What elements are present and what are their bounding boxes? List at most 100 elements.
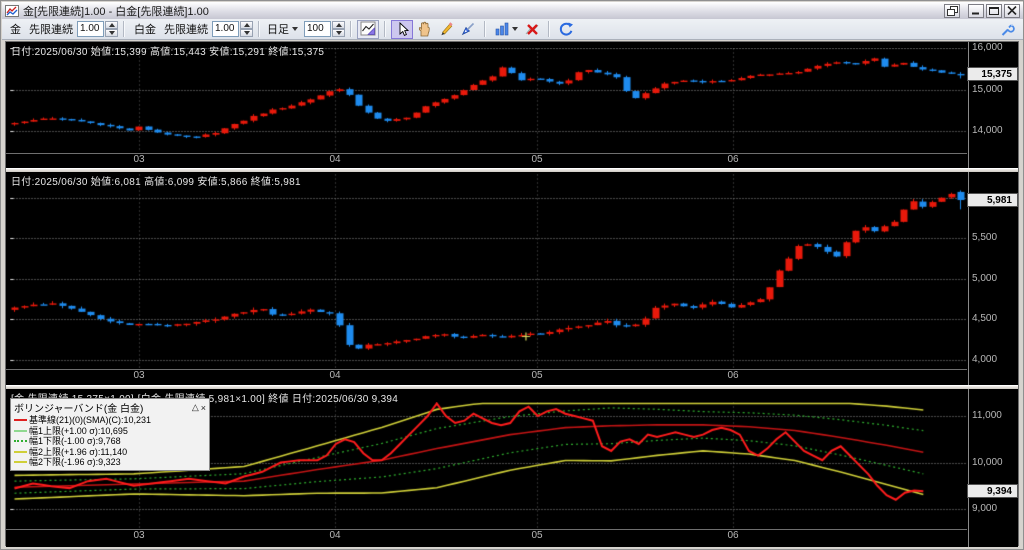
symbol1-label: 金 <box>10 24 21 36</box>
up-arrow-icon <box>243 23 250 27</box>
legend-item-label: 基準線(21)(0)(SMA)(C):10,231 <box>29 415 152 425</box>
legend-item-label: 幅1上限(+1.00 σ):10,695 <box>29 425 128 436</box>
legend-item[interactable]: 幅1下限(-1.00 σ):9,768 <box>14 436 206 447</box>
price-tick-label: 14,000 <box>972 125 1003 136</box>
pan-hand-icon <box>418 21 430 37</box>
wrench-icon <box>1001 24 1015 36</box>
month-tick-label: 05 <box>531 154 543 165</box>
bar-count-input[interactable]: 100 <box>304 21 331 37</box>
interval-dropdown[interactable]: 日足 <box>265 21 300 37</box>
gold-time-axis[interactable]: 03 04 05 06 <box>6 154 967 167</box>
platinum-last-price-box: 5,981 <box>967 193 1018 207</box>
legend-close-button[interactable]: × <box>201 403 206 413</box>
month-tick-label: 06 <box>727 530 739 541</box>
window-title: 金[先限連続]1.00 - 白金[先限連続]1.00 <box>23 5 209 18</box>
symbol1-multiplier-input[interactable]: 1.00 <box>77 21 104 37</box>
pen-draw-button[interactable] <box>457 20 479 39</box>
dropdown-arrow-icon <box>292 27 298 31</box>
window-chart-icon[interactable] <box>5 4 19 17</box>
toolbar-separator <box>350 21 352 37</box>
select-cursor-button[interactable] <box>391 19 413 39</box>
platinum-time-axis[interactable]: 03 04 05 06 <box>6 370 967 383</box>
bar-count-up-button[interactable] <box>332 21 345 29</box>
chart-setup-button[interactable] <box>357 19 379 39</box>
price-tick-label: 4,500 <box>972 313 998 324</box>
gold-last-price: 15,375 <box>981 69 1012 80</box>
pen-icon <box>461 22 475 36</box>
platinum-last-price: 5,981 <box>986 195 1012 206</box>
symbol2-multiplier-up-button[interactable] <box>240 21 253 29</box>
symbol1-series-label: 先限連続 <box>29 24 73 36</box>
month-tick-label: 03 <box>133 370 145 381</box>
delete-drawings-button[interactable] <box>521 20 543 39</box>
select-cursor-icon <box>399 21 409 36</box>
platinum-price-axis[interactable]: 5,981 6,0005,5005,0004,5004,000 <box>967 172 1018 385</box>
legend-line-swatch <box>14 429 27 432</box>
symbol1-multiplier-up-button[interactable] <box>105 21 118 29</box>
up-arrow-icon <box>335 23 342 27</box>
float-window-button[interactable] <box>944 3 960 18</box>
tool-settings-button[interactable] <box>996 20 1018 39</box>
legend-item[interactable]: 幅1上限(+1.00 σ):10,695 <box>14 426 206 437</box>
legend-collapse-button[interactable]: △ <box>192 402 199 413</box>
toolbar-separator <box>258 21 260 37</box>
chart-type-button[interactable] <box>491 20 521 39</box>
bar-chart-icon <box>495 22 509 36</box>
close-icon <box>1007 6 1017 15</box>
gold-ohlc-readout: 日付:2025/06/30 始値:15,399 高値:15,443 安値:15,… <box>11 47 325 58</box>
price-tick-label: 5,500 <box>972 232 998 243</box>
gold-candlestick-chart[interactable] <box>10 48 968 152</box>
legend-line-swatch <box>14 450 27 453</box>
close-button[interactable] <box>1004 3 1020 18</box>
legend-line-swatch <box>14 461 27 464</box>
refresh-button[interactable] <box>555 20 577 39</box>
maximize-button[interactable] <box>986 3 1002 18</box>
spread-last-price: 9,394 <box>986 486 1012 497</box>
spread-chart-panel: [金 先限連続 15,375×1.00]-[白金 先限連続 5,981×1.00… <box>6 389 1018 547</box>
pencil-icon <box>441 22 453 36</box>
symbol1-multiplier-down-button[interactable] <box>105 29 118 37</box>
toolbar-separator <box>548 21 550 37</box>
spread-time-axis[interactable]: 03 04 05 06 <box>6 530 967 543</box>
month-tick-label: 03 <box>133 154 145 165</box>
platinum-ohlc-readout: 日付:2025/06/30 始値:6,081 高値:6,099 安値:5,866… <box>11 177 301 188</box>
platinum-chart-panel: 日付:2025/06/30 始値:6,081 高値:6,099 安値:5,866… <box>6 172 1018 385</box>
pan-hand-button[interactable] <box>413 20 435 39</box>
legend-item-label: 幅2下限(-1.96 σ):9,323 <box>29 457 121 467</box>
month-tick-label: 05 <box>531 370 543 381</box>
up-arrow-icon <box>108 23 115 27</box>
legend-line-swatch <box>14 419 27 422</box>
down-arrow-icon <box>243 31 250 35</box>
legend-item-list: 基準線(21)(0)(SMA)(C):10,231 幅1上限(+1.00 σ):1… <box>14 415 206 468</box>
interval-label: 日足 <box>267 24 289 36</box>
chart-icon-glyph <box>6 6 18 15</box>
platinum-candlestick-chart[interactable] <box>10 174 968 368</box>
price-tick-label: 16,000 <box>972 42 1003 53</box>
legend-item[interactable]: 基準線(21)(0)(SMA)(C):10,231 <box>14 415 206 426</box>
spread-price-axis[interactable]: 9,394 11,000 10,000 9,000 <box>967 389 1018 547</box>
delete-x-icon <box>525 23 538 35</box>
legend-item-label: 幅2上限(+1.96 σ):11,140 <box>29 446 128 457</box>
dropdown-arrow-icon <box>512 27 518 31</box>
refresh-icon <box>559 22 573 36</box>
bar-count-down-button[interactable] <box>332 29 345 37</box>
chart-area: 日付:2025/06/30 始値:15,399 高値:15,443 安値:15,… <box>5 41 1019 547</box>
minimize-icon <box>972 12 979 15</box>
gold-chart-panel: 日付:2025/06/30 始値:15,399 高値:15,443 安値:15,… <box>6 42 1018 168</box>
down-arrow-icon <box>335 31 342 35</box>
symbol1-multiplier-spinner: 1.00 <box>77 21 118 37</box>
gold-price-axis[interactable]: 15,375 16,000 15,000 14,000 <box>967 42 1018 168</box>
legend-item[interactable]: 幅2下限(-1.96 σ):9,323 <box>14 457 206 468</box>
symbol2-multiplier-down-button[interactable] <box>240 29 253 37</box>
month-tick-label: 05 <box>531 530 543 541</box>
minimize-button[interactable] <box>968 3 984 18</box>
pencil-draw-button[interactable] <box>435 20 457 39</box>
legend-item-label: 幅1下限(-1.00 σ):9,768 <box>29 436 121 446</box>
chart-setup-icon <box>360 21 375 36</box>
legend-item[interactable]: 幅2上限(+1.96 σ):11,140 <box>14 447 206 458</box>
gold-last-price-box: 15,375 <box>967 67 1018 81</box>
symbol2-multiplier-input[interactable]: 1.00 <box>212 21 239 37</box>
price-tick-label: 15,000 <box>972 84 1003 95</box>
price-tick-label: 11,000 <box>972 410 1002 421</box>
title-bar[interactable]: 金[先限連続]1.00 - 白金[先限連続]1.00 <box>2 2 1023 19</box>
